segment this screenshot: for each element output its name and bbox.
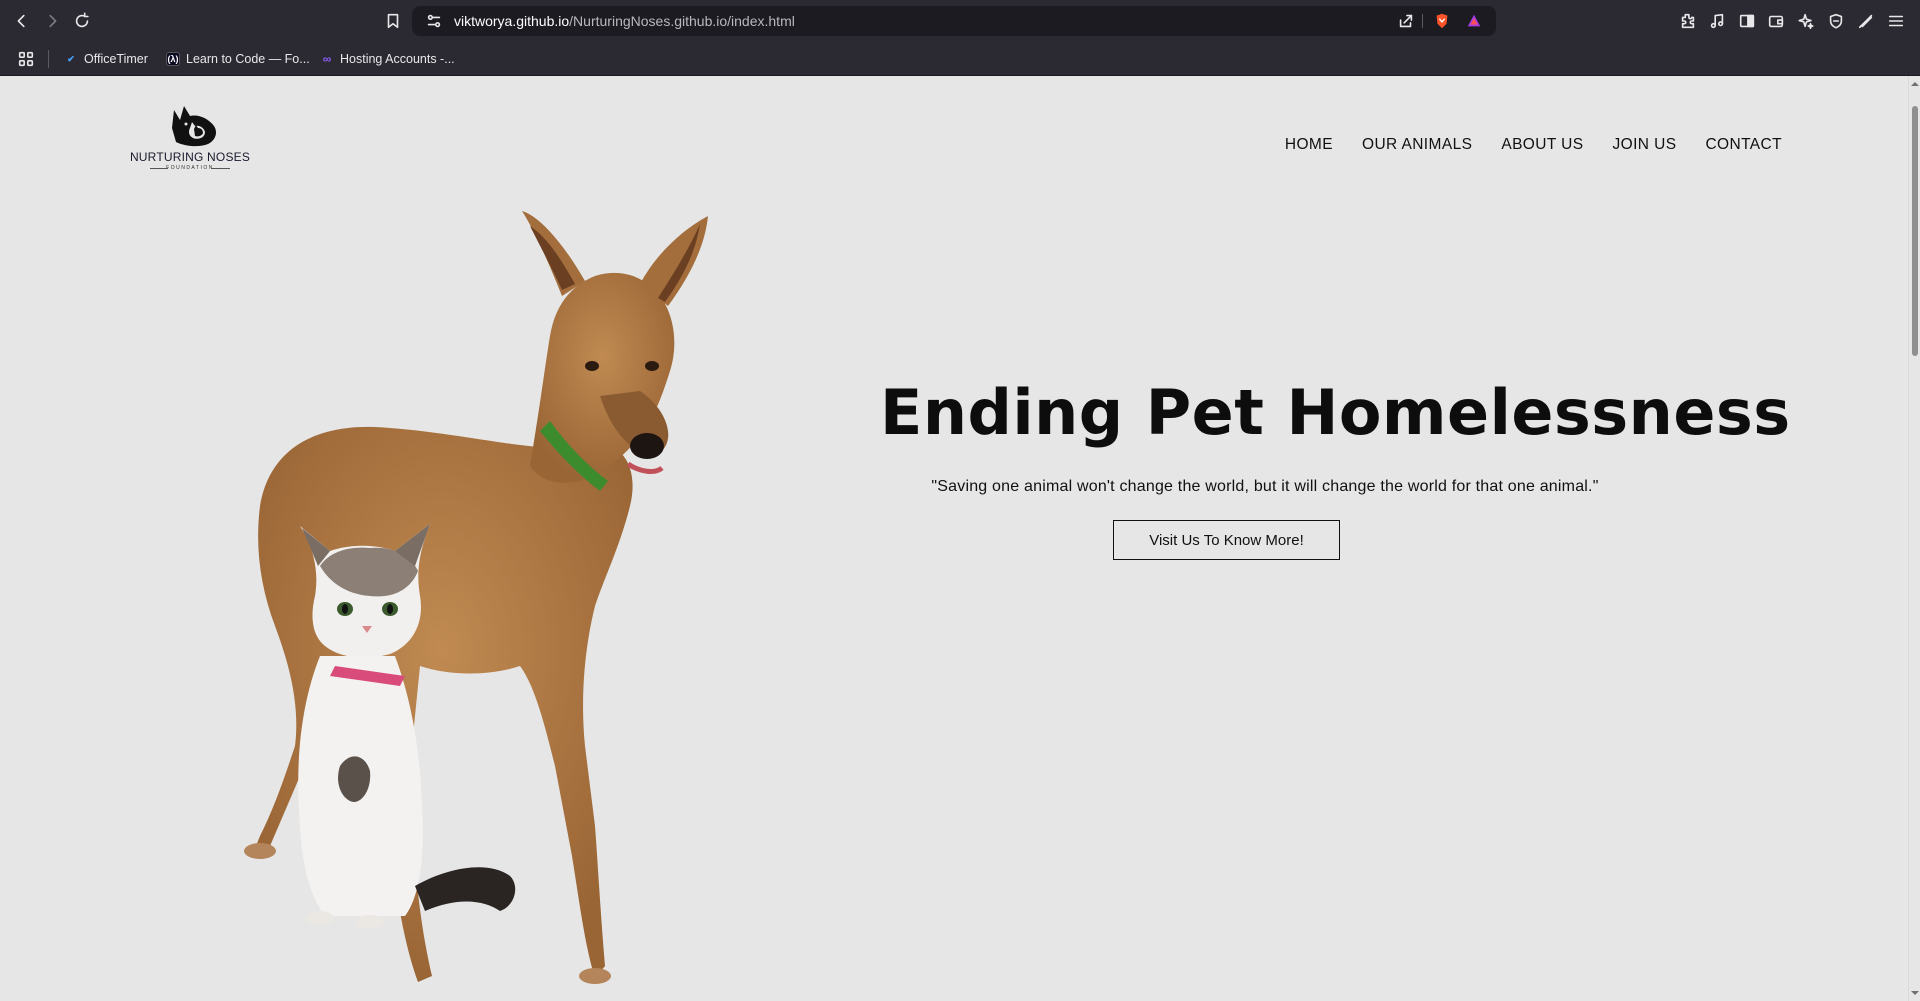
bookmarks-divider bbox=[48, 50, 49, 68]
reload-icon[interactable] bbox=[72, 11, 92, 31]
freecodecamp-icon: (λ) bbox=[166, 52, 180, 66]
brave-rewards-icon[interactable] bbox=[1464, 11, 1484, 31]
logo-name: NURTURING NOSES bbox=[129, 150, 251, 164]
site-logo[interactable]: NURTURING NOSES FOUNDATION bbox=[128, 98, 252, 178]
nav-contact[interactable]: CONTACT bbox=[1705, 136, 1782, 154]
logo-subtitle: FOUNDATION bbox=[150, 165, 230, 171]
hero-quote: "Saving one animal won't change the worl… bbox=[931, 478, 1599, 495]
pen-tool-icon[interactable] bbox=[1856, 11, 1876, 31]
wallet-icon[interactable] bbox=[1766, 11, 1786, 31]
address-bar[interactable]: viktworya.github.io/NurturingNoses.githu… bbox=[412, 6, 1496, 36]
bookmark-label: Learn to Code — Fo... bbox=[186, 52, 310, 66]
url-path: /NurturingNoses.github.io/index.html bbox=[569, 13, 795, 29]
bookmark-officetimer[interactable]: ✔ OfficeTimer bbox=[64, 48, 148, 70]
nav-join-us[interactable]: JOIN US bbox=[1612, 136, 1676, 154]
url-text[interactable]: viktworya.github.io/NurturingNoses.githu… bbox=[454, 13, 795, 29]
infinity-icon: ∞ bbox=[322, 52, 332, 66]
extensions-icon[interactable] bbox=[1678, 11, 1698, 31]
nav-home[interactable]: HOME bbox=[1285, 136, 1333, 154]
page-scrollbar[interactable] bbox=[1908, 76, 1920, 1001]
scroll-up-arrow-icon[interactable] bbox=[1911, 80, 1919, 88]
nav-our-animals[interactable]: OUR ANIMALS bbox=[1362, 136, 1472, 154]
bookmark-label: Hosting Accounts -... bbox=[340, 52, 455, 66]
checkmark-icon: ✔ bbox=[67, 53, 75, 64]
hero-dog-cat-image bbox=[244, 211, 708, 984]
leo-ai-icon[interactable] bbox=[1796, 11, 1816, 31]
bookmark-hosting-accounts[interactable]: ∞ Hosting Accounts -... bbox=[320, 48, 455, 70]
music-icon[interactable] bbox=[1707, 11, 1727, 31]
apps-grid-icon[interactable] bbox=[16, 49, 36, 69]
share-icon[interactable] bbox=[1396, 11, 1416, 31]
webpage: NURTURING NOSES FOUNDATION HOME OUR ANIM… bbox=[0, 76, 1908, 1001]
menu-icon[interactable] bbox=[1886, 11, 1906, 31]
forward-icon[interactable] bbox=[42, 11, 62, 31]
brave-shields-icon[interactable] bbox=[1432, 11, 1452, 31]
dog-cat-silhouette-icon bbox=[172, 106, 216, 147]
bookmark-label: OfficeTimer bbox=[84, 52, 148, 66]
site-settings-icon[interactable] bbox=[424, 11, 444, 31]
bookmark-icon[interactable] bbox=[383, 11, 403, 31]
scroll-thumb[interactable] bbox=[1912, 106, 1918, 356]
url-host: viktworya.github.io bbox=[454, 13, 570, 29]
scroll-down-arrow-icon[interactable] bbox=[1911, 989, 1919, 997]
visit-us-button[interactable]: Visit Us To Know More! bbox=[1113, 520, 1340, 560]
sidebar-icon[interactable] bbox=[1737, 11, 1757, 31]
main-nav: HOME OUR ANIMALS ABOUT US JOIN US CONTAC… bbox=[1285, 136, 1782, 154]
browser-toolbar: viktworya.github.io/NurturingNoses.githu… bbox=[0, 0, 1920, 42]
vpn-shield-icon[interactable] bbox=[1826, 11, 1846, 31]
bookmark-freecodecamp[interactable]: (λ) Learn to Code — Fo... bbox=[166, 48, 310, 70]
back-icon[interactable] bbox=[12, 11, 32, 31]
nav-about-us[interactable]: ABOUT US bbox=[1501, 136, 1583, 154]
urlbar-divider bbox=[1422, 14, 1423, 28]
hero-title: Ending Pet Homelessness bbox=[880, 376, 1791, 449]
